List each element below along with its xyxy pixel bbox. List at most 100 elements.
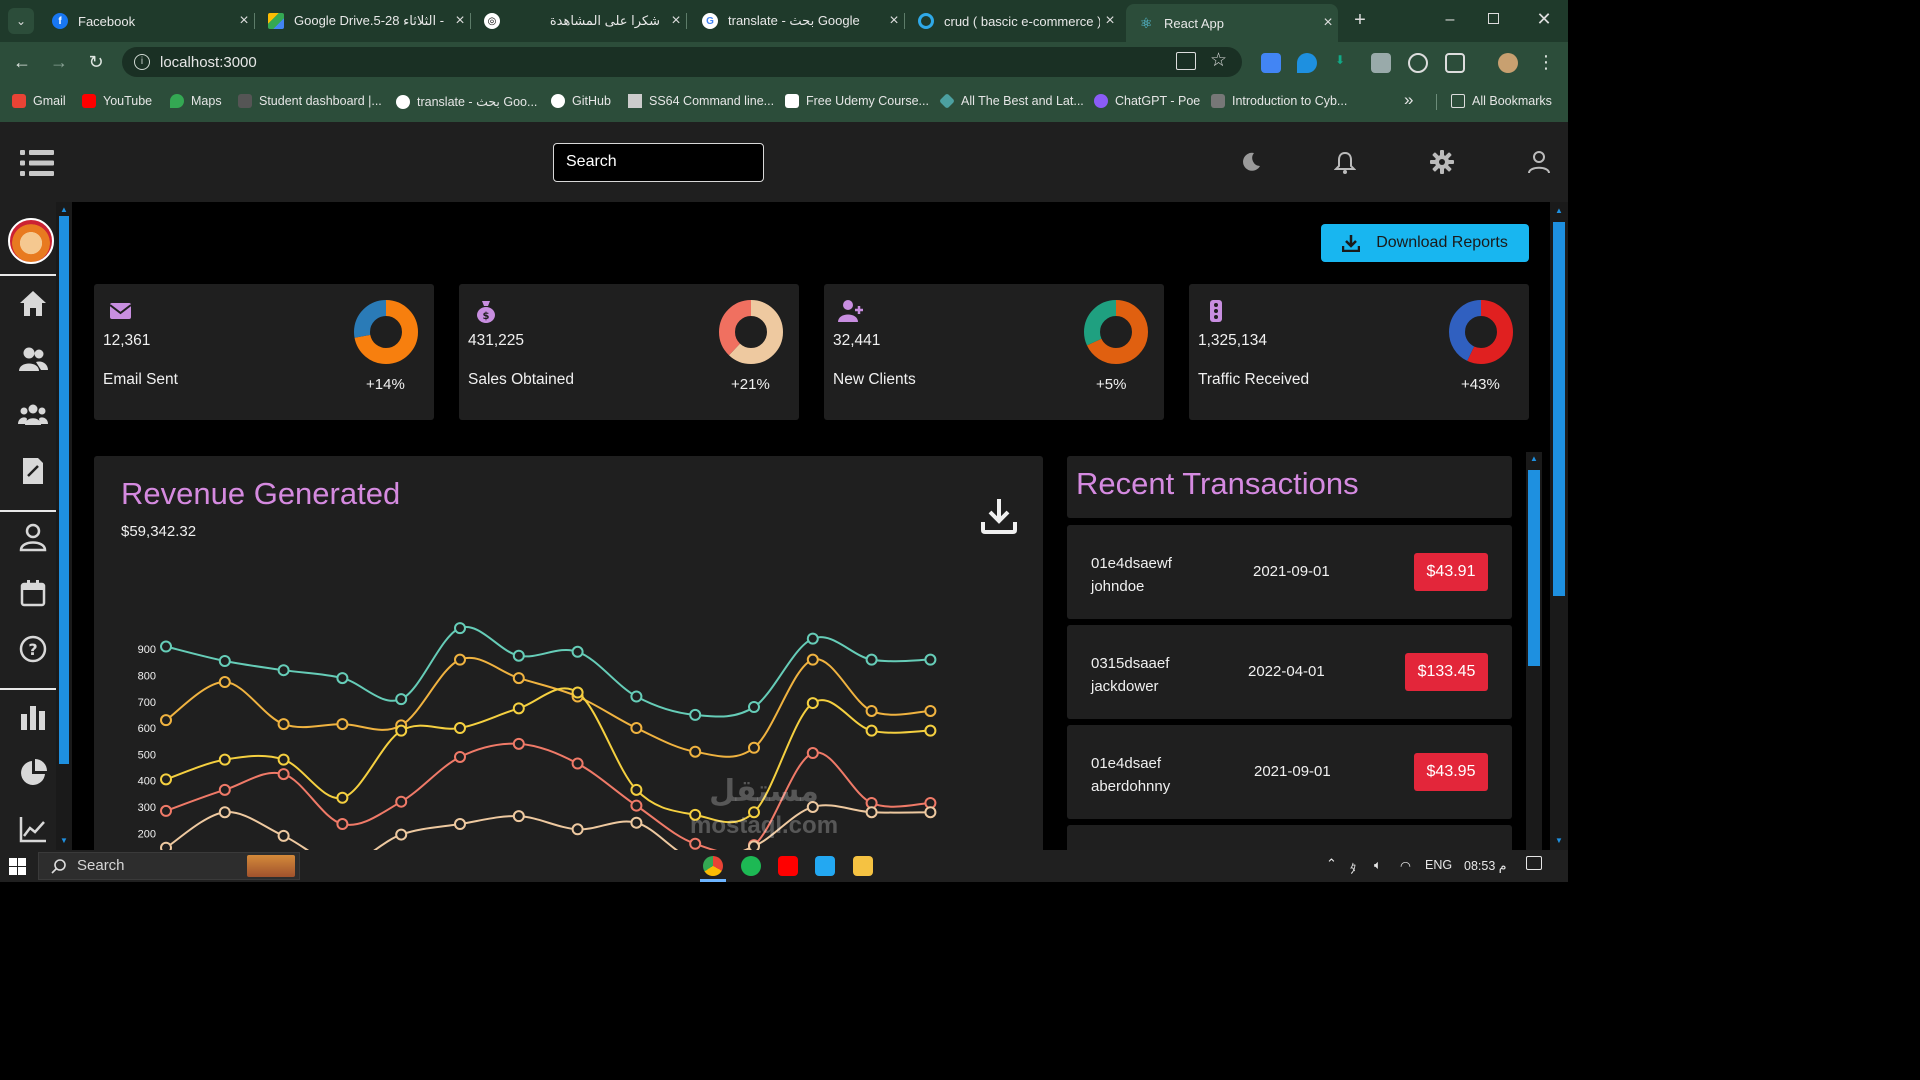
- download-reports-button[interactable]: Download Reports: [1321, 224, 1529, 262]
- water-drop-extension-icon[interactable]: [1297, 53, 1317, 73]
- close-tab-icon[interactable]: ×: [666, 12, 686, 30]
- download-icon[interactable]: [980, 496, 1018, 536]
- home-icon[interactable]: [18, 288, 48, 318]
- data-point[interactable]: [865, 704, 878, 717]
- page-scrollbar[interactable]: ▲ ▼: [1550, 202, 1568, 850]
- tab-facebook[interactable]: f Facebook ×: [40, 6, 255, 36]
- close-tab-icon[interactable]: ×: [1318, 14, 1338, 32]
- data-point[interactable]: [630, 799, 643, 812]
- new-tab-button[interactable]: +: [1348, 8, 1372, 32]
- ime-icon[interactable]: ﾀ: [1350, 858, 1356, 877]
- data-point[interactable]: [160, 640, 172, 653]
- data-point[interactable]: [512, 672, 525, 685]
- data-point[interactable]: [395, 828, 408, 841]
- data-point[interactable]: [630, 783, 643, 796]
- restore-icon[interactable]: [1488, 13, 1499, 24]
- data-point[interactable]: [160, 841, 172, 850]
- reload-icon[interactable]: ↻: [84, 50, 108, 74]
- data-point[interactable]: [512, 649, 525, 662]
- data-point[interactable]: [806, 653, 819, 666]
- data-point[interactable]: [277, 664, 290, 677]
- data-point[interactable]: [277, 829, 290, 842]
- calendar-icon[interactable]: [18, 578, 48, 608]
- data-point[interactable]: [336, 672, 349, 685]
- bar-chart-icon[interactable]: [18, 702, 48, 732]
- vscode-taskbar-icon[interactable]: [815, 856, 835, 876]
- data-point[interactable]: [218, 806, 231, 819]
- profile-avatar[interactable]: [1498, 53, 1518, 73]
- close-tab-icon[interactable]: ×: [1100, 12, 1120, 30]
- bookmark-udemy[interactable]: Free Udemy Course...: [785, 94, 929, 108]
- target-extension-icon[interactable]: [1408, 53, 1428, 73]
- dark-mode-moon-icon[interactable]: [1240, 151, 1262, 173]
- close-window-icon[interactable]: ✕: [1534, 9, 1554, 29]
- data-point[interactable]: [630, 816, 643, 829]
- data-point[interactable]: [160, 804, 172, 817]
- wifi-icon[interactable]: ◠: [1400, 858, 1411, 873]
- data-point[interactable]: [571, 823, 584, 836]
- data-point[interactable]: [336, 791, 349, 804]
- settings-gear-icon[interactable]: [1430, 150, 1454, 174]
- data-point[interactable]: [806, 747, 819, 760]
- extension-arrow-icon[interactable]: ⬇: [1335, 53, 1355, 73]
- notification-center-icon[interactable]: [1526, 856, 1542, 870]
- bookmark-gmail[interactable]: Gmail: [12, 94, 66, 108]
- pie-chart-icon[interactable]: [18, 758, 48, 788]
- bookmark-student-dashboard[interactable]: Student dashboard |...: [238, 94, 382, 108]
- data-point[interactable]: [336, 718, 349, 731]
- data-point[interactable]: [277, 753, 290, 766]
- bookmark-chatgpt-poe[interactable]: ChatGPT - Poe: [1094, 94, 1200, 108]
- data-point[interactable]: [924, 704, 937, 717]
- transactions-scrollbar[interactable]: ▲: [1526, 452, 1542, 850]
- chrome-taskbar-icon[interactable]: [703, 856, 723, 876]
- data-point[interactable]: [218, 753, 231, 766]
- contacts-group-icon[interactable]: [18, 400, 48, 430]
- extensions-puzzle-icon[interactable]: [1445, 53, 1465, 73]
- data-point[interactable]: [395, 724, 408, 737]
- data-point[interactable]: [218, 654, 231, 667]
- profile-icon[interactable]: [18, 522, 48, 552]
- data-point[interactable]: [571, 645, 584, 658]
- data-point[interactable]: [395, 795, 408, 808]
- tab-google-drive[interactable]: Google Drive.5-28 الثلاثاء - ×: [256, 6, 471, 36]
- data-point[interactable]: [336, 818, 349, 831]
- site-info-icon[interactable]: i: [134, 54, 150, 70]
- search-input[interactable]: Search: [553, 143, 764, 182]
- forward-arrow-icon[interactable]: →: [47, 50, 71, 74]
- data-point[interactable]: [512, 737, 525, 750]
- volume-icon[interactable]: 🔈︎: [1374, 858, 1382, 873]
- youtube-taskbar-icon[interactable]: [778, 856, 798, 876]
- data-point[interactable]: [689, 745, 702, 758]
- translate-extension-icon[interactable]: [1261, 53, 1281, 73]
- data-point[interactable]: [924, 806, 937, 819]
- bookmark-ss64[interactable]: SS64 Command line...: [628, 94, 774, 108]
- minimize-icon[interactable]: –: [1440, 10, 1460, 30]
- bookmark-maps[interactable]: Maps: [170, 94, 222, 108]
- data-point[interactable]: [454, 653, 466, 666]
- data-point[interactable]: [806, 632, 819, 645]
- data-point[interactable]: [689, 708, 702, 721]
- tab-react-app[interactable]: ⚛ React App ×: [1126, 4, 1338, 42]
- invoice-icon[interactable]: [18, 456, 48, 486]
- avatar[interactable]: [8, 218, 54, 264]
- data-point[interactable]: [160, 714, 172, 727]
- data-point[interactable]: [630, 722, 643, 735]
- notifications-bell-icon[interactable]: [1334, 151, 1356, 175]
- browser-menu-icon[interactable]: ⋮: [1534, 50, 1558, 74]
- data-point[interactable]: [806, 697, 819, 710]
- data-point[interactable]: [218, 783, 231, 796]
- tray-chevron-icon[interactable]: ⌃: [1326, 856, 1337, 872]
- tab-crud[interactable]: crud ( bascic e-commerce ) ×: [906, 6, 1120, 36]
- data-point[interactable]: [924, 653, 937, 666]
- data-point[interactable]: [748, 701, 760, 714]
- data-point[interactable]: [865, 653, 878, 666]
- data-point[interactable]: [571, 686, 584, 699]
- tab-search-dropdown[interactable]: ⌄: [8, 8, 34, 34]
- all-bookmarks-folder[interactable]: All Bookmarks: [1451, 94, 1552, 108]
- more-bookmarks-icon[interactable]: »: [1404, 90, 1413, 110]
- data-point[interactable]: [395, 693, 408, 706]
- tab-arabic-thanks[interactable]: ◎ شكرا على المشاهدة ×: [472, 6, 687, 36]
- menu-list-icon[interactable]: [20, 150, 54, 176]
- bookmark-translate[interactable]: translate - بحث Goo...: [396, 94, 537, 109]
- taskbar-search[interactable]: Search: [38, 852, 300, 880]
